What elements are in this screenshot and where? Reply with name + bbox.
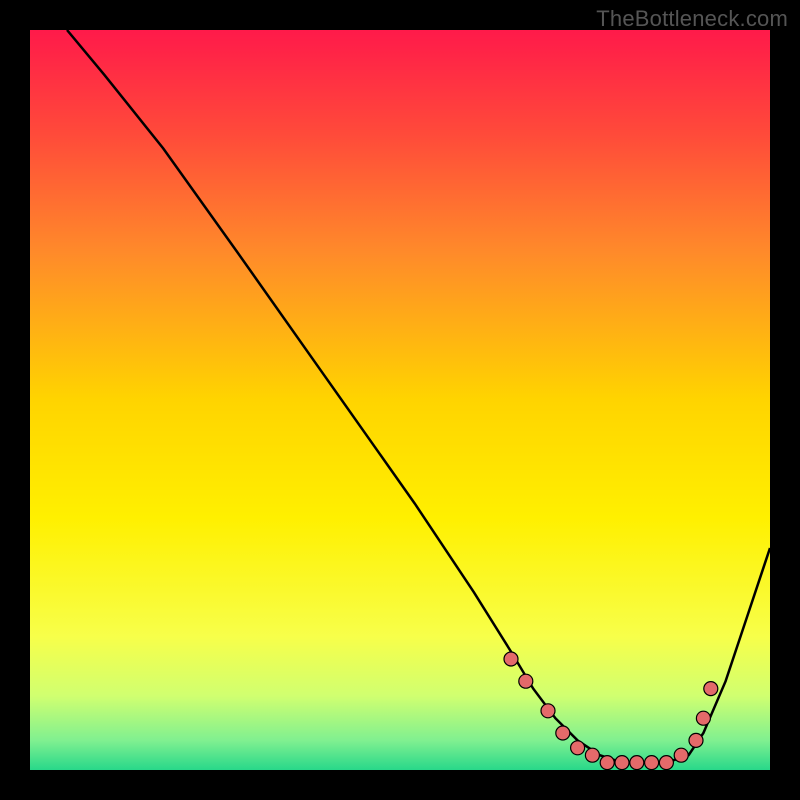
data-point (645, 756, 659, 770)
data-point (704, 682, 718, 696)
data-point (689, 733, 703, 747)
data-point (504, 652, 518, 666)
chart-background (30, 30, 770, 770)
data-point (541, 704, 555, 718)
data-point (600, 756, 614, 770)
plot-area (30, 30, 770, 770)
data-point (585, 748, 599, 762)
data-point (556, 726, 570, 740)
data-point (659, 756, 673, 770)
data-point (519, 674, 533, 688)
data-point (630, 756, 644, 770)
watermark-text: TheBottleneck.com (596, 6, 788, 32)
data-point (696, 711, 710, 725)
data-point (674, 748, 688, 762)
data-point (615, 756, 629, 770)
chart-canvas: TheBottleneck.com (0, 0, 800, 800)
chart-svg (30, 30, 770, 770)
data-point (571, 741, 585, 755)
